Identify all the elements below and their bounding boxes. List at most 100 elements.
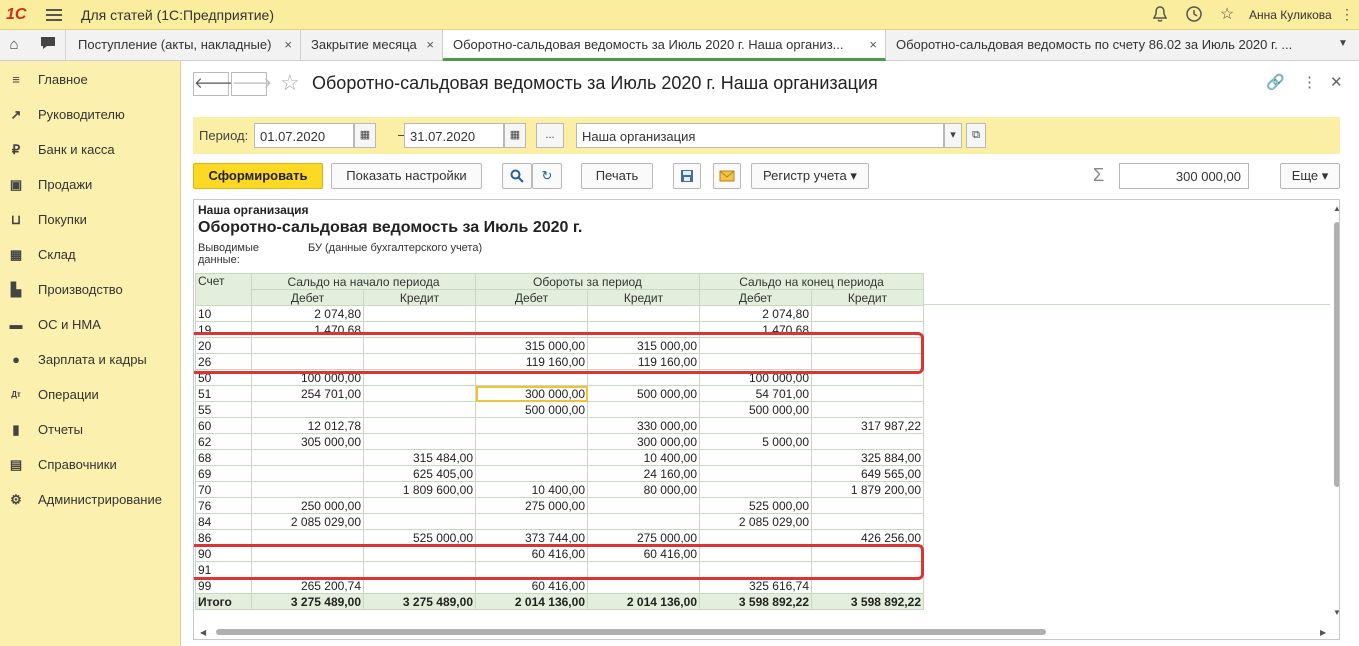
more-vertical-icon[interactable]: ⋮ [1340, 6, 1354, 23]
account-cell[interactable]: 76 [195, 497, 252, 514]
amount-cell[interactable] [811, 433, 924, 450]
print-button[interactable]: Печать [581, 163, 653, 189]
amount-cell[interactable]: 24 160,00 [587, 465, 700, 482]
amount-cell[interactable]: 500 000,00 [587, 385, 700, 402]
amount-cell[interactable] [251, 481, 364, 498]
total-amount-cell[interactable]: 3 598 892,22 [811, 593, 924, 610]
favorite-star-icon[interactable]: ☆ [280, 70, 300, 96]
total-amount-cell[interactable]: 3 275 489,00 [363, 593, 476, 610]
table-row[interactable]: 84 2 085 029,00 2 085 029,00 [195, 513, 924, 530]
amount-cell[interactable]: 12 012,78 [251, 417, 364, 434]
bell-icon[interactable] [1150, 5, 1170, 25]
amount-cell[interactable]: 2 074,80 [251, 305, 364, 322]
amount-cell[interactable] [699, 449, 812, 466]
amount-cell[interactable] [475, 417, 588, 434]
home-icon[interactable]: ⌂ [0, 30, 28, 60]
amount-cell[interactable] [363, 305, 476, 322]
amount-cell[interactable] [475, 465, 588, 482]
amount-cell[interactable]: 254 701,00 [251, 385, 364, 402]
amount-cell[interactable] [811, 385, 924, 402]
amount-cell[interactable] [475, 305, 588, 322]
amount-cell[interactable] [363, 385, 476, 402]
amount-cell[interactable] [587, 401, 700, 418]
amount-cell[interactable] [587, 513, 700, 530]
scroll-up-icon[interactable]: ▲ [1333, 204, 1339, 213]
amount-cell[interactable]: 2 074,80 [699, 305, 812, 322]
amount-cell[interactable]: 10 400,00 [475, 481, 588, 498]
table-row[interactable]: 70 1 809 600,00 10 400,00 80 000,00 1 879 20… [195, 481, 924, 498]
amount-cell[interactable]: 2 085 029,00 [251, 513, 364, 530]
tab-osv-active[interactable]: Оборотно-сальдовая ведомость за Июль 202… [443, 30, 886, 61]
back-button[interactable]: 🡐 [193, 72, 234, 96]
account-cell[interactable]: 60 [195, 417, 252, 434]
link-icon[interactable]: 🔗 [1266, 73, 1285, 91]
amount-cell[interactable] [363, 401, 476, 418]
close-icon[interactable]: × [426, 37, 434, 52]
amount-cell[interactable] [811, 497, 924, 514]
scroll-down-icon[interactable]: ▼ [1333, 608, 1339, 617]
vertical-scroll-thumb[interactable] [1334, 222, 1339, 487]
save-icon[interactable] [673, 163, 701, 189]
amount-cell[interactable]: 10 400,00 [587, 449, 700, 466]
table-row[interactable]: 10 2 074,80 2 074,80 [195, 305, 924, 322]
table-row[interactable]: 55 500 000,00 500 000,00 [195, 401, 924, 418]
amount-cell[interactable] [363, 433, 476, 450]
tabs-dropdown-icon[interactable]: ▼ [1338, 38, 1348, 49]
amount-cell[interactable] [811, 305, 924, 322]
sidebar-item-warehouse[interactable]: ▦ Склад [0, 243, 181, 267]
report-area[interactable]: Наша организация Оборотно-сальдовая ведо… [193, 199, 1340, 640]
amount-cell[interactable] [699, 417, 812, 434]
amount-cell[interactable]: 5 000,00 [699, 433, 812, 450]
account-cell[interactable]: 69 [195, 465, 252, 482]
amount-cell[interactable] [363, 497, 476, 514]
open-icon[interactable]: ⧉ [966, 123, 986, 148]
sidebar-item-manager[interactable]: ↗ Руководителю [0, 103, 181, 127]
total-label[interactable]: Итого [195, 593, 252, 610]
tab-osv-86[interactable]: Оборотно-сальдовая ведомость по счету 86… [886, 30, 1330, 60]
amount-cell[interactable]: 1 809 600,00 [363, 481, 476, 498]
amount-cell[interactable]: 80 000,00 [587, 481, 700, 498]
amount-cell[interactable] [587, 497, 700, 514]
history-icon[interactable] [1184, 5, 1204, 25]
total-amount-cell[interactable]: 3 275 489,00 [251, 593, 364, 610]
amount-cell[interactable]: 250 000,00 [251, 497, 364, 514]
amount-cell[interactable]: 625 405,00 [363, 465, 476, 482]
amount-cell[interactable]: 500 000,00 [699, 401, 812, 418]
tab-receipts[interactable]: Поступление (акты, накладные) × [68, 30, 301, 60]
amount-cell[interactable]: 2 085 029,00 [699, 513, 812, 530]
amount-cell[interactable]: 317 987,22 [811, 417, 924, 434]
organization-field[interactable]: Наша организация [576, 123, 944, 148]
amount-cell[interactable] [475, 433, 588, 450]
user-name[interactable]: Анна Куликова [1249, 8, 1332, 22]
amount-cell[interactable]: 649 565,00 [811, 465, 924, 482]
account-cell[interactable]: 51 [195, 385, 252, 402]
amount-cell[interactable]: 330 000,00 [587, 417, 700, 434]
scroll-right-icon[interactable]: ▶ [1320, 628, 1326, 637]
mail-icon[interactable] [713, 163, 741, 189]
sidebar-item-reports[interactable]: ▮ Отчеты [0, 418, 181, 442]
amount-cell[interactable] [699, 481, 812, 498]
sidebar-item-admin[interactable]: ⚙ Администрирование [0, 488, 181, 512]
close-icon[interactable]: ✕ [1330, 73, 1343, 91]
amount-cell[interactable]: 525 000,00 [699, 497, 812, 514]
table-row[interactable]: 60 12 012,78 330 000,00 317 987,22 [195, 417, 924, 434]
amount-cell[interactable]: 500 000,00 [475, 401, 588, 418]
register-dropdown[interactable]: Регистр учета ▾ [751, 163, 869, 189]
table-row[interactable]: 68 315 484,00 10 400,00 325 884,00 [195, 449, 924, 466]
show-settings-button[interactable]: Показать настройки [331, 163, 482, 189]
amount-cell[interactable] [363, 513, 476, 530]
period-select-button[interactable]: ... [536, 123, 564, 148]
chat-icon[interactable] [30, 30, 66, 60]
vertical-scrollbar[interactable]: ▲ ▼ [1332, 200, 1339, 625]
sidebar-item-operations[interactable]: Дт Операции [0, 383, 181, 407]
amount-cell[interactable]: 54 701,00 [699, 385, 812, 402]
date-to-field[interactable]: 31.07.2020 [404, 123, 504, 148]
account-cell[interactable]: 84 [195, 513, 252, 530]
total-amount-cell[interactable]: 2 014 136,00 [587, 593, 700, 610]
account-cell[interactable]: 10 [195, 305, 252, 322]
horizontal-scroll-thumb[interactable] [216, 629, 1046, 635]
table-row[interactable]: 51 254 701,00 300 000,00 500 000,00 54 701,0… [195, 385, 924, 402]
scroll-left-icon[interactable]: ◀ [200, 628, 206, 637]
amount-cell[interactable]: 305 000,00 [251, 433, 364, 450]
search-icon[interactable] [502, 163, 532, 189]
